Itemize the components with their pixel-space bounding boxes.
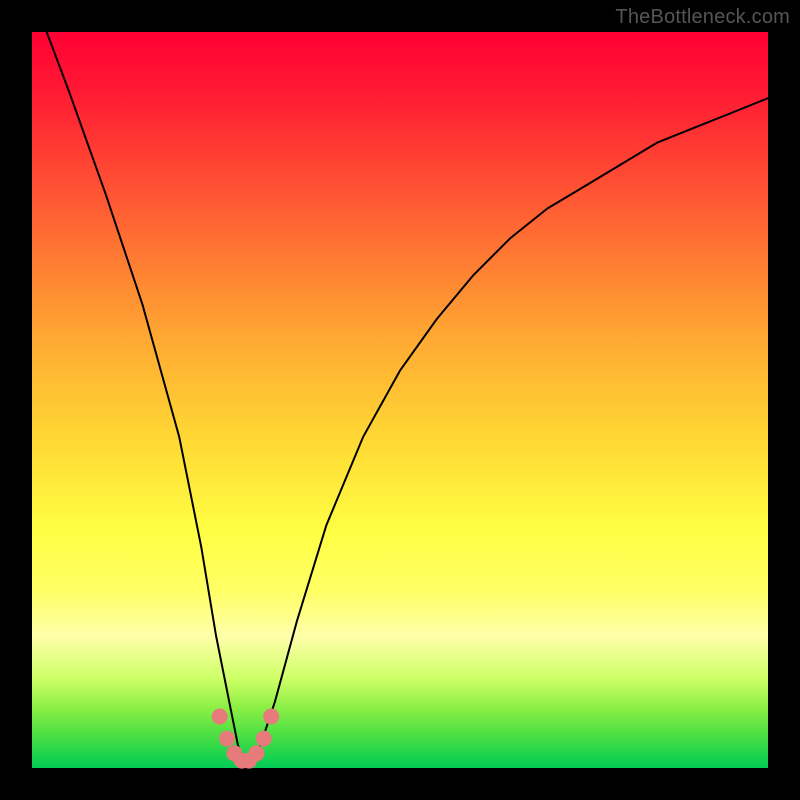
highlight-dot bbox=[256, 731, 272, 747]
highlight-dots bbox=[212, 709, 280, 769]
highlight-dot bbox=[219, 731, 235, 747]
outer-frame: TheBottleneck.com bbox=[0, 0, 800, 800]
highlight-dot bbox=[212, 709, 228, 725]
bottleneck-curve bbox=[47, 32, 768, 761]
highlight-dot bbox=[263, 709, 279, 725]
curve-svg bbox=[32, 32, 768, 768]
watermark-text: TheBottleneck.com bbox=[615, 6, 790, 29]
highlight-dot bbox=[249, 745, 265, 761]
plot-area bbox=[32, 32, 768, 768]
